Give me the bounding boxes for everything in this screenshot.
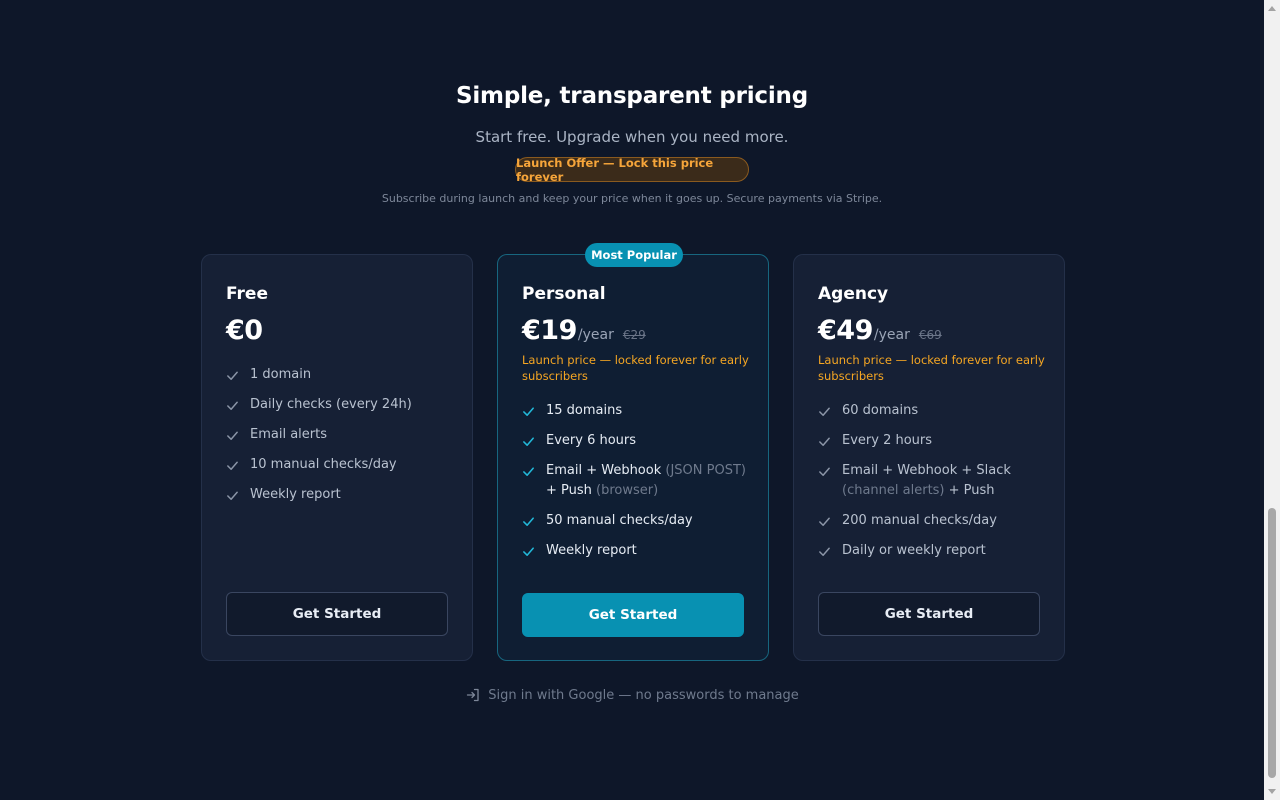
get-started-button-personal[interactable]: Get Started [522, 593, 744, 637]
plan-name: Agency [818, 284, 889, 304]
price-row: €0 [226, 315, 263, 346]
check-icon [226, 455, 242, 475]
feature-text: 60 domains [842, 403, 919, 418]
check-icon [818, 461, 834, 481]
most-popular-badge: Most Popular [585, 243, 683, 267]
feature-list: 15 domains Every 6 hours Email + Webhook… [522, 401, 750, 571]
check-icon [522, 431, 538, 451]
feature-text: + Push [948, 483, 995, 498]
feature-list: 60 domains Every 2 hours Email + Webhook… [818, 401, 1046, 571]
scroll-up-arrow-icon[interactable] [1264, 0, 1280, 16]
feature-item: 200 manual checks/day [818, 511, 1046, 531]
feature-list: 1 domain Daily checks (every 24h) Email … [226, 365, 454, 515]
check-icon [818, 511, 834, 531]
feature-text: Weekly report [546, 543, 637, 558]
check-icon [226, 425, 242, 445]
launch-offer-note: Subscribe during launch and keep your pr… [381, 192, 883, 205]
feature-text-group: Email + Webhook (JSON POST) + Push (brow… [546, 461, 750, 501]
feature-text: + Push [546, 483, 592, 498]
sign-in-note: Sign in with Google — no passwords to ma… [0, 687, 1264, 703]
feature-item: Email alerts [226, 425, 454, 445]
check-icon [522, 511, 538, 531]
feature-text: 50 manual checks/day [546, 513, 693, 528]
feature-item: Every 2 hours [818, 431, 1046, 451]
feature-item: Weekly report [522, 541, 750, 561]
plan-name: Free [226, 284, 268, 304]
check-icon [522, 401, 538, 421]
launch-price-note: Launch price — locked forever for early … [818, 353, 1045, 383]
price-row: €19 /year €29 [522, 315, 646, 346]
plan-card-agency: Agency €49 /year €69 Launch price — lock… [793, 254, 1065, 661]
pricing-page: Simple, transparent pricing Start free. … [0, 0, 1280, 800]
check-icon [818, 401, 834, 421]
feature-item: Email + Webhook (JSON POST) + Push (brow… [522, 461, 750, 501]
get-started-button-free[interactable]: Get Started [226, 592, 448, 636]
page-title: Simple, transparent pricing [456, 83, 808, 109]
feature-text: Email + Webhook + Slack [842, 463, 1011, 478]
check-icon [522, 541, 538, 561]
feature-item: Daily checks (every 24h) [226, 395, 454, 415]
check-icon [522, 461, 538, 481]
launch-offer-badge: Launch Offer — Lock this price forever [515, 156, 749, 184]
feature-text: Weekly report [250, 487, 341, 502]
plan-price: €49 [818, 315, 873, 346]
feature-text: Daily or weekly report [842, 543, 986, 558]
vertical-scrollbar[interactable] [1264, 0, 1280, 800]
feature-text: Every 6 hours [546, 433, 637, 448]
feature-item: Every 6 hours [522, 431, 750, 451]
old-price: €69 [918, 328, 942, 342]
feature-item: Daily or weekly report [818, 541, 1046, 561]
feature-muted-text: (channel alerts) [842, 483, 945, 498]
plan-card-free: Free €0 1 domain Daily checks (every 24h… [201, 254, 473, 661]
feature-muted-text: (browser) [596, 483, 659, 498]
price-row: €49 /year €69 [818, 315, 942, 346]
feature-text: 200 manual checks/day [842, 513, 997, 528]
plan-name: Personal [522, 284, 606, 304]
plan-card-personal: Most Popular Personal €19 /year €29 Laun… [497, 243, 769, 661]
feature-item: 1 domain [226, 365, 454, 385]
scroll-down-arrow-icon[interactable] [1264, 784, 1280, 800]
check-icon [226, 395, 242, 415]
check-icon [226, 485, 242, 505]
check-icon [226, 365, 242, 385]
feature-text-group: Email + Webhook + Slack (channel alerts)… [842, 461, 1046, 501]
price-period: /year [577, 327, 614, 343]
feature-muted-text: (JSON POST) [665, 463, 746, 478]
check-icon [818, 541, 834, 561]
feature-text: Email alerts [250, 427, 327, 442]
scroll-thumb[interactable] [1268, 508, 1276, 778]
sign-in-icon [465, 687, 481, 703]
feature-item: 15 domains [522, 401, 750, 421]
feature-text: Every 2 hours [842, 433, 933, 448]
feature-text: Email + Webhook [546, 463, 662, 478]
feature-item: 10 manual checks/day [226, 455, 454, 475]
feature-text: 1 domain [250, 367, 312, 382]
feature-item: 50 manual checks/day [522, 511, 750, 531]
get-started-button-agency[interactable]: Get Started [818, 592, 1040, 636]
feature-text: 10 manual checks/day [250, 457, 397, 472]
feature-text: Daily checks (every 24h) [250, 397, 412, 412]
sign-in-text: Sign in with Google — no passwords to ma… [488, 687, 799, 703]
old-price: €29 [622, 328, 646, 342]
price-period: /year [873, 327, 910, 343]
check-icon [818, 431, 834, 451]
plan-price: €19 [522, 315, 577, 346]
plan-price: €0 [226, 315, 263, 346]
launch-price-note: Launch price — locked forever for early … [522, 353, 749, 383]
feature-item: Email + Webhook + Slack (channel alerts)… [818, 461, 1046, 501]
feature-item: 60 domains [818, 401, 1046, 421]
feature-item: Weekly report [226, 485, 454, 505]
feature-text: 15 domains [546, 403, 623, 418]
page-subtitle: Start free. Upgrade when you need more. [475, 128, 789, 146]
